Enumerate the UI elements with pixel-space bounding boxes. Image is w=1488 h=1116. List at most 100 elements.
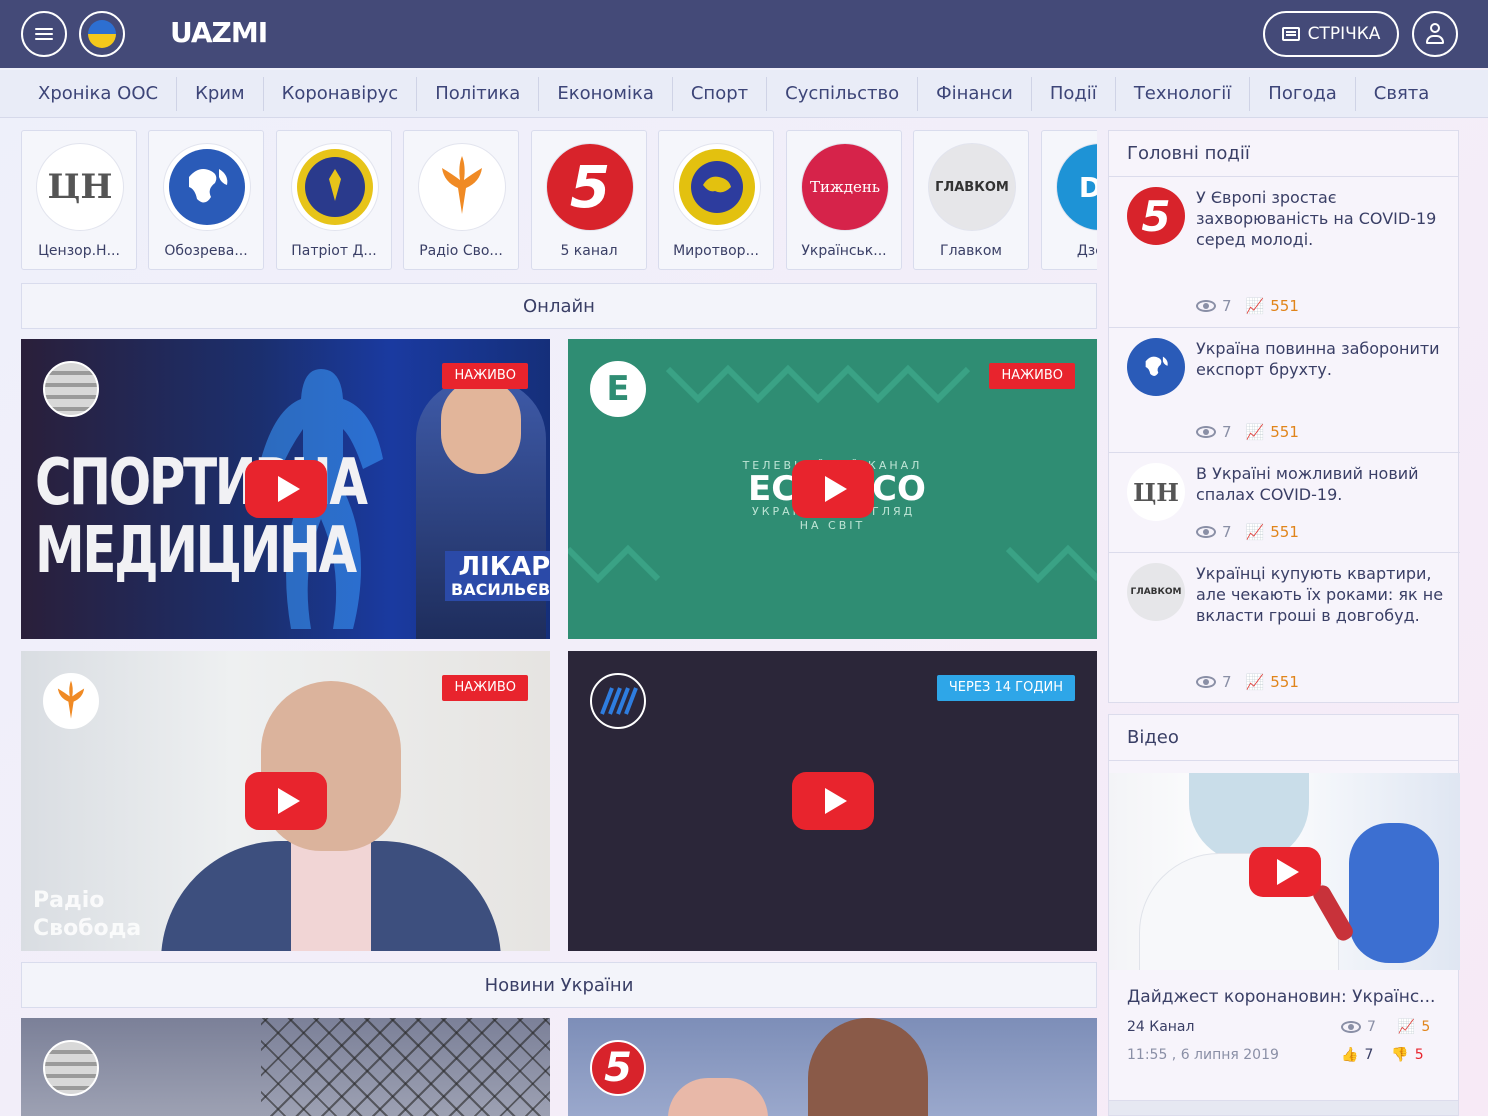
view-count: 7 (1222, 423, 1232, 441)
news-headline[interactable]: В Україні можливий новий спалах COVID-19… (1196, 463, 1451, 505)
video-tile[interactable]: ТЕЛЕВІЗІЙНИЙ КАНАЛ ECO CO УКРАЇ ГЛЯД НА … (568, 339, 1097, 639)
live-badge: НАЖИВО (442, 363, 528, 389)
source-name: 5 канал (560, 243, 618, 259)
tile-caption: Радіо (33, 888, 105, 913)
source-name: Патріот Д... (291, 243, 377, 259)
glavcom-logo: ГЛАВКОМ (928, 143, 1016, 231)
channel-avatar[interactable] (43, 673, 99, 729)
video-title[interactable]: Дайджест коронановин: Українс... (1127, 987, 1447, 1007)
live-badge: НАЖИВО (442, 675, 528, 701)
scheduled-badge: ЧЕРЕЗ 14 ГОДИН (936, 675, 1075, 701)
tile-overlay-text: CO (872, 469, 926, 509)
category-item[interactable]: Свята (1356, 77, 1448, 111)
thumbs-up-icon[interactable]: 👍 (1341, 1047, 1358, 1063)
category-item[interactable]: Економіка (539, 76, 673, 111)
video-source[interactable]: 24 Канал (1127, 1019, 1194, 1035)
category-item[interactable]: Крим (177, 76, 264, 111)
like-count: 7 (1364, 1047, 1374, 1063)
video-tile[interactable]: Радіо Свобода НАЖИВО (21, 651, 550, 951)
stripes-icon (600, 687, 638, 715)
category-item[interactable]: Події (1032, 76, 1116, 111)
category-item[interactable]: Політика (417, 76, 540, 111)
play-button-icon[interactable] (244, 460, 327, 518)
source-card[interactable]: Миротвор... (658, 130, 774, 270)
category-item[interactable]: Спорт (673, 76, 768, 111)
news-headline[interactable]: У Європі зростає захворюваність на COVID… (1196, 187, 1451, 250)
category-item[interactable]: Технології (1116, 76, 1251, 111)
radio-svoboda-logo (418, 143, 506, 231)
trend-icon: 📈 (1245, 523, 1265, 541)
news-item[interactable]: ЦН В Україні можливий новий спалах COVID… (1109, 453, 1460, 553)
category-item[interactable]: Суспільство (767, 76, 919, 111)
news-item[interactable]: Україна повинна заборонити експорт брухт… (1109, 328, 1460, 453)
channel-avatar[interactable]: 5 (590, 1040, 646, 1096)
view-count: 7 (1222, 673, 1232, 691)
video-tile[interactable]: ЧЕРЕЗ 14 ГОДИН (568, 651, 1097, 951)
news-item[interactable]: 5 У Європі зростає захворюваність на COV… (1109, 177, 1460, 328)
source-name: Главком (940, 243, 1002, 259)
eye-icon (1196, 426, 1216, 438)
category-item[interactable]: Погода (1250, 76, 1356, 111)
source-card[interactable]: 5 5 канал (531, 130, 647, 270)
source-card[interactable]: Патріот Д... (276, 130, 392, 270)
eye-icon (1196, 300, 1216, 312)
source-card[interactable]: Радіо Сво... (403, 130, 519, 270)
trend-count: 551 (1270, 297, 1299, 315)
sources-carousel: ЦН Цензор.Н... Обозрева... Патріот Д... … (21, 130, 1097, 271)
channel-avatar[interactable] (43, 361, 99, 417)
view-count: 7 (1367, 1019, 1376, 1035)
channel-5-logo: 5 (1127, 187, 1185, 245)
online-section-header: Онлайн (21, 283, 1097, 329)
category-item[interactable]: Коронавірус (264, 76, 418, 111)
source-card[interactable]: Обозрева... (148, 130, 264, 270)
news-headline[interactable]: Україна повинна заборонити експорт брухт… (1196, 338, 1451, 380)
trend-icon: 📈 (1245, 423, 1265, 441)
thumbs-down-icon[interactable]: 👎 (1391, 1047, 1408, 1063)
video-tile[interactable]: СПОРТИВНА МЕДИЦИНА ЛІКАР ВАСИЛЬЄВ НАЖИВО (21, 339, 550, 639)
globe-logo (163, 143, 251, 231)
feed-button[interactable]: СТРІЧКА (1263, 11, 1399, 57)
play-button-icon[interactable] (244, 772, 327, 830)
channel-avatar[interactable] (43, 1040, 99, 1096)
channel-avatar[interactable]: E (590, 361, 646, 417)
site-logo[interactable]: UAZMI (170, 16, 268, 49)
source-card[interactable]: DT Дзерк (1041, 130, 1097, 270)
channel-avatar[interactable] (590, 673, 646, 729)
trend-count: 5 (1421, 1019, 1431, 1035)
ukraine-flag-icon (88, 20, 116, 48)
eye-icon (1196, 526, 1216, 538)
play-button-icon[interactable] (791, 460, 874, 518)
view-count: 7 (1222, 297, 1232, 315)
patriot-logo (291, 143, 379, 231)
play-button-icon[interactable] (791, 772, 874, 830)
source-card[interactable]: Тиждень Українськ... (786, 130, 902, 270)
trend-icon: 📈 (1245, 673, 1265, 691)
news-headline[interactable]: Українці купують квартири, але чекають ї… (1196, 563, 1451, 626)
source-name: Миротвор... (673, 243, 759, 259)
video-tile[interactable]: 5 (568, 1018, 1097, 1116)
video-thumbnail[interactable] (1109, 773, 1460, 970)
view-count: 7 (1222, 523, 1232, 541)
channel-5-logo: 5 (546, 143, 634, 231)
source-card[interactable]: ГЛАВКОМ Главком (913, 130, 1029, 270)
language-button[interactable] (79, 11, 125, 57)
video-panel-title: Відео (1109, 715, 1458, 761)
dt-logo: DT (1056, 143, 1097, 231)
trend-count: 551 (1270, 523, 1299, 541)
glavcom-logo: ГЛАВКОМ (1127, 563, 1185, 621)
censor-logo: ЦН (1127, 463, 1185, 521)
source-card[interactable]: ЦН Цензор.Н... (21, 130, 137, 270)
play-button-icon[interactable] (1248, 846, 1321, 897)
main-events-title: Головні події (1109, 131, 1458, 177)
menu-button[interactable] (21, 11, 67, 57)
profile-button[interactable] (1412, 11, 1458, 57)
tile-caption: ВАСИЛЬЄВ (451, 580, 550, 599)
video-tile[interactable] (21, 1018, 550, 1116)
news-item[interactable]: ГЛАВКОМ Українці купують квартири, але ч… (1109, 553, 1460, 704)
category-item[interactable]: Хроніка ООС (20, 76, 178, 111)
category-item[interactable]: Фінанси (918, 76, 1032, 111)
globe-logo (1127, 338, 1185, 396)
censor-logo: ЦН (36, 143, 124, 231)
next-panel-edge (1108, 1100, 1459, 1116)
tile-caption: Свобода (33, 916, 142, 941)
